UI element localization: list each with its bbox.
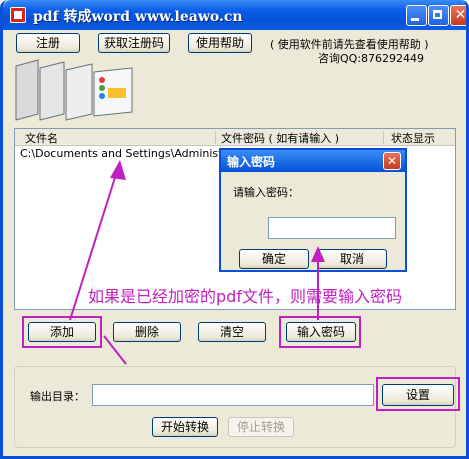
clear-button[interactable]: 清空 bbox=[198, 322, 266, 342]
annotation-text: 如果是已经加密的pdf文件，则需要输入密码 bbox=[88, 287, 402, 306]
ok-button[interactable]: 确定 bbox=[239, 249, 309, 269]
banner-image bbox=[15, 59, 133, 121]
column-filename[interactable]: 文件名 bbox=[25, 130, 58, 146]
column-divider[interactable] bbox=[383, 131, 384, 144]
password-input[interactable] bbox=[268, 217, 396, 239]
close-icon[interactable]: ✕ bbox=[450, 5, 466, 26]
highlight-box bbox=[22, 316, 102, 348]
password-dialog: 输入密码 ✕ 请输入密码： 确定 取消 bbox=[219, 148, 407, 272]
password-prompt: 请输入密码： bbox=[233, 186, 299, 199]
column-password[interactable]: 文件密码 ( 如有请输入 ) bbox=[221, 130, 339, 146]
dialog-title: 输入密码 bbox=[227, 155, 276, 169]
maximize-icon[interactable] bbox=[428, 5, 449, 26]
table-row[interactable]: C:\Documents and Settings\Administr... bbox=[20, 147, 236, 160]
cancel-button[interactable]: 取消 bbox=[317, 249, 387, 269]
output-dir-label: 输出目录： bbox=[30, 390, 85, 403]
output-dir-input[interactable] bbox=[92, 384, 374, 406]
stop-convert-button: 停止转换 bbox=[228, 417, 294, 437]
column-divider[interactable] bbox=[215, 131, 216, 144]
register-button[interactable]: 注册 bbox=[16, 33, 80, 53]
app-icon bbox=[10, 7, 26, 23]
qq-contact: 咨询QQ:876292449 bbox=[318, 52, 425, 65]
column-status[interactable]: 状态显示 bbox=[391, 130, 435, 146]
close-icon[interactable]: ✕ bbox=[383, 152, 401, 170]
get-code-button[interactable]: 获取注册码 bbox=[98, 33, 170, 53]
window-title: pdf 转成word www.leawo.cn bbox=[33, 9, 243, 25]
help-button[interactable]: 使用帮助 bbox=[188, 33, 252, 53]
highlight-box bbox=[279, 316, 361, 348]
highlight-box bbox=[376, 377, 460, 411]
delete-button[interactable]: 删除 bbox=[113, 322, 181, 342]
title-bar[interactable]: pdf 转成word www.leawo.cn ✕ bbox=[3, 0, 466, 30]
minimize-icon[interactable] bbox=[406, 5, 427, 26]
start-convert-button[interactable]: 开始转换 bbox=[152, 417, 218, 437]
list-header: 文件名 文件密码 ( 如有请输入 ) 状态显示 bbox=[15, 129, 455, 146]
dialog-title-bar[interactable]: 输入密码 ✕ bbox=[221, 150, 405, 172]
